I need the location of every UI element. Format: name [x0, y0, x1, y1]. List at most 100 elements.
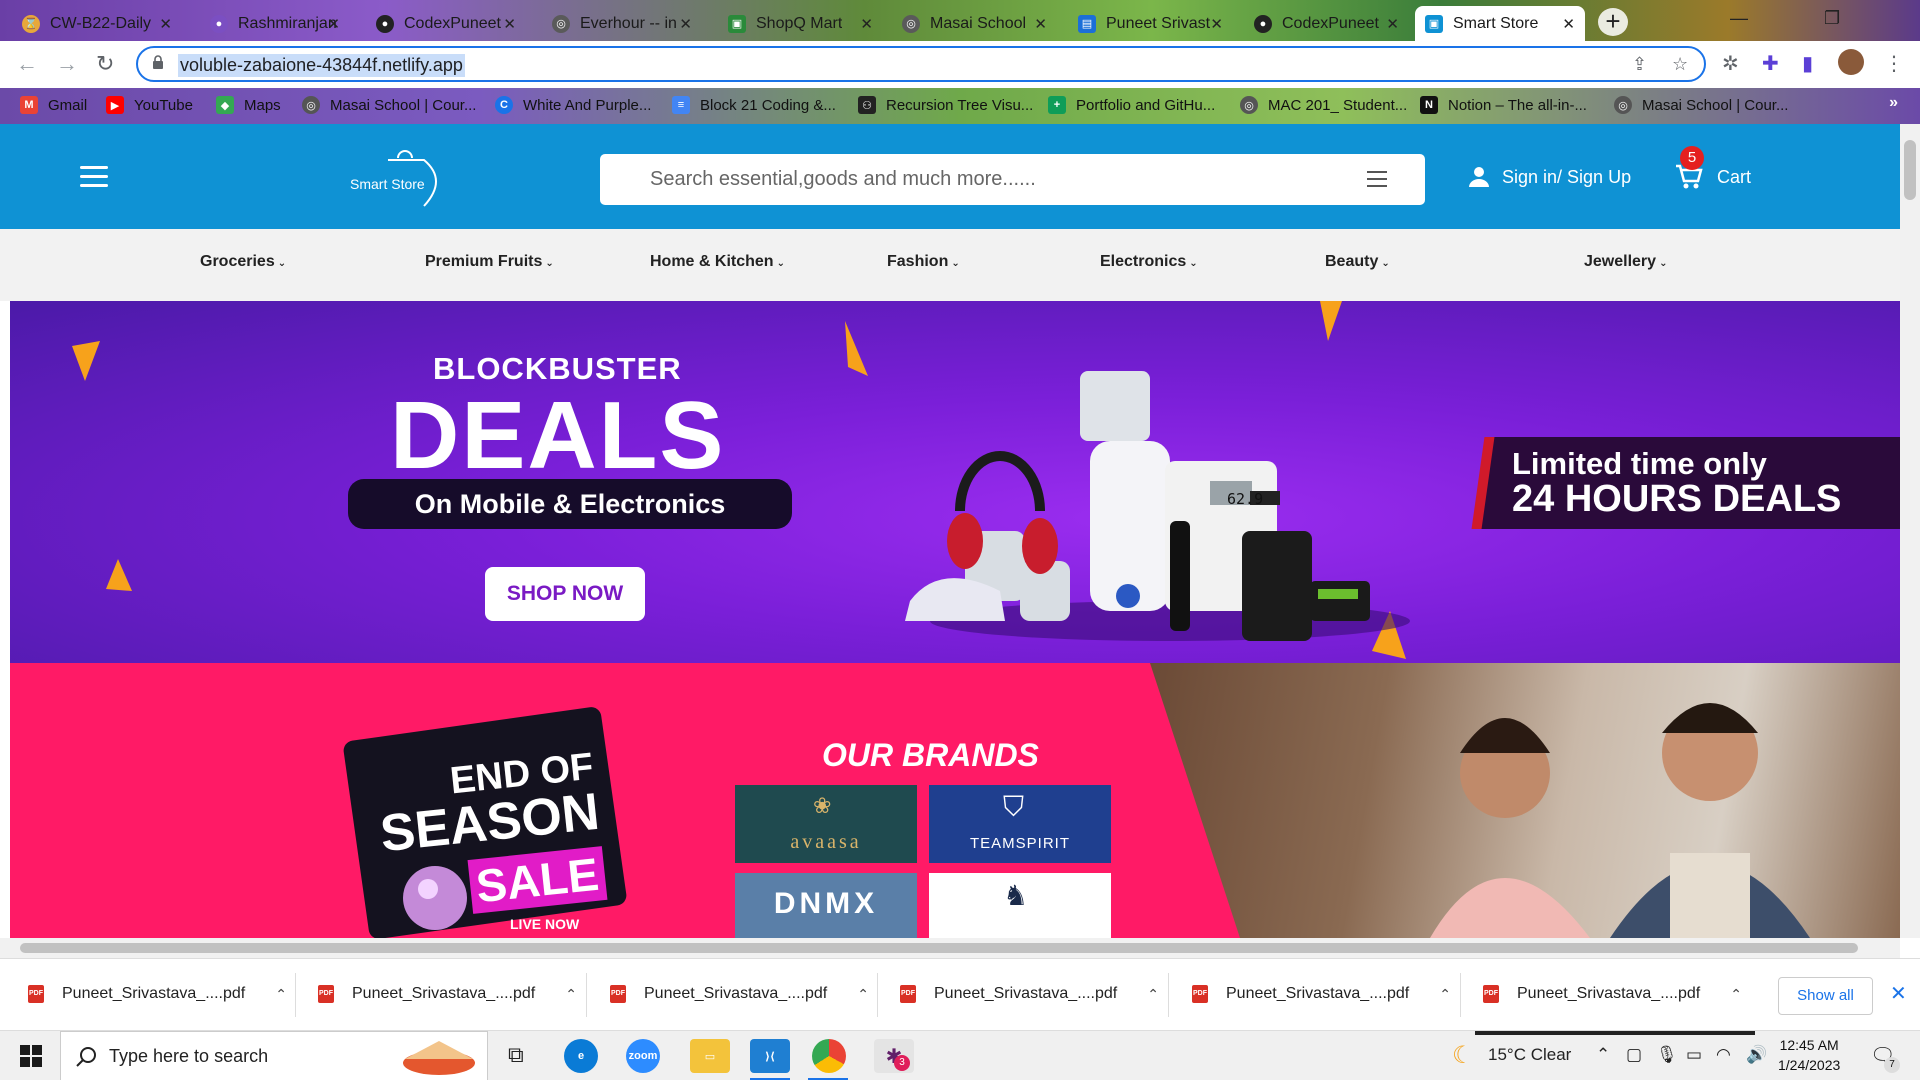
puzzle-extensions-icon[interactable]: ✚: [1762, 51, 1779, 76]
bookmark-item[interactable]: ◆ Maps: [216, 96, 281, 114]
brand-tile-avaasa[interactable]: ❀ avaasa: [735, 785, 917, 863]
forward-arrow-icon[interactable]: →: [56, 51, 78, 77]
bookmark-item[interactable]: M Gmail: [20, 96, 87, 114]
category-fashion[interactable]: Fashion ⌄: [887, 253, 960, 271]
tab-close-icon[interactable]: ✕: [1210, 15, 1223, 33]
category-premium-fruits[interactable]: Premium Fruits ⌄: [425, 253, 554, 271]
system-clock[interactable]: 12:45 AM 1/24/2023: [1778, 1035, 1840, 1075]
hero-banner-season-sale[interactable]: END OF SEASON SALE LIVE NOW OUR BRANDS ❀…: [10, 663, 1900, 938]
back-arrow-icon[interactable]: ←: [16, 51, 38, 77]
site-logo[interactable]: Smart Store: [350, 150, 460, 210]
chrome-icon[interactable]: [812, 1039, 846, 1073]
chevron-up-icon[interactable]: ⌃: [275, 986, 287, 1003]
chevron-up-icon[interactable]: ⌃: [1439, 986, 1451, 1003]
extension-bug-icon[interactable]: ✲: [1722, 51, 1739, 76]
search-filter-icon[interactable]: [1367, 171, 1387, 187]
taskbar-search[interactable]: Type here to search: [60, 1031, 488, 1080]
wifi-icon[interactable]: ◠: [1716, 1045, 1731, 1065]
camera-icon[interactable]: ▢: [1626, 1045, 1642, 1065]
browser-tab[interactable]: ▣ ShopQ Mart ✕: [718, 6, 883, 41]
tab-close-icon[interactable]: ✕: [860, 15, 873, 33]
task-view-icon[interactable]: ⧉: [508, 1042, 524, 1068]
restore-icon[interactable]: ❐: [1824, 8, 1840, 29]
download-item[interactable]: PDF Puneet_Srivastava_....pdf ⌃: [900, 971, 1159, 1017]
brand-tile-dnmx[interactable]: DNMX: [735, 873, 917, 938]
chevron-up-icon[interactable]: ⌃: [565, 986, 577, 1003]
download-item[interactable]: PDF Puneet_Srivastava_....pdf ⌃: [1483, 971, 1742, 1017]
bookmark-item[interactable]: ◎ MAC 201_ Student...: [1240, 96, 1407, 114]
category-home-kitchen[interactable]: Home & Kitchen ⌄: [650, 253, 785, 271]
chevron-up-icon[interactable]: ⌃: [1147, 986, 1159, 1003]
side-panel-icon[interactable]: ▮: [1802, 51, 1813, 76]
browser-tab[interactable]: ● CodexPuneet ✕: [1244, 6, 1409, 41]
brand-tile-netplay[interactable]: ♞: [929, 873, 1111, 938]
profile-avatar[interactable]: [1838, 49, 1864, 75]
share-icon[interactable]: ⇪: [1632, 54, 1647, 75]
horizontal-scroll-thumb[interactable]: [20, 943, 1858, 953]
category-beauty[interactable]: Beauty ⌄: [1325, 253, 1390, 271]
tab-close-icon[interactable]: ✕: [159, 15, 172, 33]
category-jewellery[interactable]: Jewellery ⌄: [1584, 253, 1667, 271]
download-item[interactable]: PDF Puneet_Srivastava_....pdf ⌃: [1192, 971, 1451, 1017]
zoom-icon[interactable]: zoom: [626, 1039, 660, 1073]
browser-tab[interactable]: ▤ Puneet Srivast ✕: [1068, 6, 1233, 41]
download-item[interactable]: PDF Puneet_Srivastava_....pdf ⌃: [28, 971, 287, 1017]
browser-tab[interactable]: ● CodexPuneet ✕: [366, 6, 526, 41]
browser-tab-active[interactable]: ▣ Smart Store ✕: [1415, 6, 1585, 41]
bookmark-item[interactable]: C White And Purple...: [495, 96, 651, 114]
volume-icon[interactable]: 🔊: [1746, 1045, 1767, 1065]
bookmark-item[interactable]: ◎ Masai School | Cour...: [302, 96, 476, 114]
horizontal-scrollbar[interactable]: [0, 938, 1900, 958]
download-item[interactable]: PDF Puneet_Srivastava_....pdf ⌃: [318, 971, 577, 1017]
category-groceries[interactable]: Groceries ⌄: [200, 253, 286, 271]
close-icon[interactable]: ✕: [1890, 981, 1907, 1006]
bookmark-item[interactable]: + Portfolio and GitHu...: [1048, 96, 1215, 114]
weather-text[interactable]: 15°C Clear: [1488, 1045, 1571, 1065]
url-text[interactable]: voluble-zabaione-43844f.netlify.app: [178, 54, 465, 77]
bookmark-item[interactable]: ⚇ Recursion Tree Visu...: [858, 96, 1033, 114]
chevron-up-icon[interactable]: ⌃: [857, 986, 869, 1003]
browser-tab[interactable]: ⌛ CW-B22-Daily ✕: [12, 6, 182, 41]
reload-icon[interactable]: ↻: [96, 51, 114, 77]
hamburger-menu-icon[interactable]: [80, 166, 108, 188]
more-bookmarks-icon[interactable]: »: [1889, 94, 1898, 112]
new-tab-button[interactable]: +: [1598, 8, 1628, 36]
vertical-scroll-thumb[interactable]: [1904, 140, 1916, 200]
bookmark-star-icon[interactable]: ☆: [1672, 54, 1688, 75]
file-explorer-icon[interactable]: ▭: [690, 1039, 730, 1073]
brand-tile-teamspirit[interactable]: ⛉ TEAMSPIRIT: [929, 785, 1111, 863]
shop-now-button[interactable]: SHOP NOW: [485, 567, 645, 621]
windows-start-icon[interactable]: [20, 1045, 42, 1067]
bookmark-item[interactable]: ≡ Block 21 Coding &...: [672, 96, 836, 114]
show-all-downloads-button[interactable]: Show all: [1778, 977, 1873, 1015]
browser-tab[interactable]: ◎ Everhour -- in ✕: [542, 6, 702, 41]
search-bar[interactable]: [600, 154, 1425, 205]
bookmark-item[interactable]: ▶ YouTube: [106, 96, 193, 114]
vertical-scrollbar[interactable]: [1900, 124, 1920, 938]
chevron-up-icon[interactable]: ⌃: [1730, 986, 1742, 1003]
category-electronics[interactable]: Electronics ⌄: [1100, 253, 1198, 271]
vscode-icon[interactable]: ⟩⟨: [750, 1039, 790, 1073]
search-input[interactable]: [650, 164, 1350, 194]
chevron-up-icon[interactable]: ⌃: [1596, 1045, 1610, 1065]
hero-banner-deals[interactable]: 62.9 BLOCKBUSTER DEALS On Mobile & Elect…: [10, 301, 1900, 663]
battery-icon[interactable]: ▭: [1686, 1045, 1702, 1065]
tab-close-icon[interactable]: ✕: [679, 15, 692, 33]
tab-close-icon[interactable]: ✕: [1034, 15, 1047, 33]
tab-close-icon[interactable]: ✕: [1386, 15, 1399, 33]
download-item[interactable]: PDF Puneet_Srivastava_....pdf ⌃: [610, 971, 869, 1017]
browser-tab[interactable]: ◎ Masai School ✕: [892, 6, 1057, 41]
tab-close-icon[interactable]: ✕: [1562, 15, 1575, 33]
bookmark-item[interactable]: ◎ Masai School | Cour...: [1614, 96, 1788, 114]
signin-link[interactable]: Sign in/ Sign Up: [1468, 166, 1631, 188]
address-bar[interactable]: voluble-zabaione-43844f.netlify.app ⇪ ☆: [136, 46, 1706, 82]
moon-weather-icon[interactable]: ☾: [1452, 1041, 1474, 1070]
bookmark-item[interactable]: N Notion – The all-in-...: [1420, 96, 1587, 114]
edge-icon[interactable]: e: [564, 1039, 598, 1073]
microphone-icon[interactable]: 🎙: [1656, 1045, 1678, 1065]
minimize-icon[interactable]: —: [1730, 8, 1748, 29]
tab-close-icon[interactable]: ✕: [327, 15, 340, 33]
tab-close-icon[interactable]: ✕: [503, 15, 516, 33]
browser-tab[interactable]: ● Rashmiranjan ✕: [200, 6, 350, 41]
kebab-menu-icon[interactable]: ⋮: [1884, 51, 1904, 76]
